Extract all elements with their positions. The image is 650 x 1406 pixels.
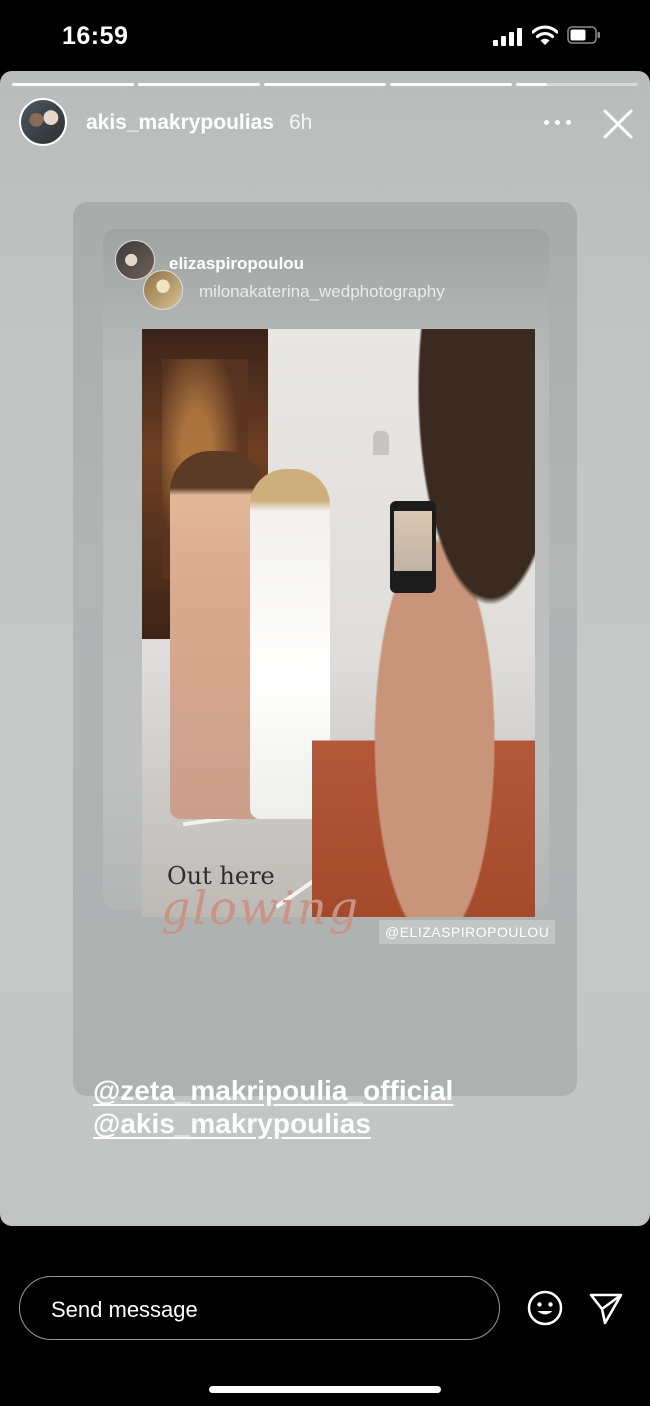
- progress-segment: [390, 83, 512, 86]
- home-indicator: [209, 1386, 441, 1393]
- progress-segment: [264, 83, 386, 86]
- author-username[interactable]: akis_makrypoulias: [86, 111, 274, 135]
- story-viewer[interactable]: akis_makrypoulias 6h elizaspiropoulou mi…: [0, 71, 650, 1226]
- story-age: 6h: [289, 111, 313, 134]
- reshared-username[interactable]: elizaspiropoulou: [169, 254, 304, 274]
- progress-segment: [12, 83, 134, 86]
- wifi-icon: [532, 25, 558, 45]
- send-icon[interactable]: [588, 1290, 624, 1326]
- story-photo: [142, 329, 535, 917]
- status-time: 16:59: [62, 22, 129, 50]
- reshared-post[interactable]: elizaspiropoulou milonakaterina_wedphoto…: [73, 202, 577, 1139]
- progress-segment-current: [516, 83, 638, 86]
- reshared-secondary-avatar[interactable]: [143, 270, 183, 310]
- emoji-icon[interactable]: [527, 1290, 563, 1326]
- send-message-input[interactable]: Send message: [19, 1276, 500, 1340]
- reshared-story: elizaspiropoulou milonakaterina_wedphoto…: [103, 229, 556, 944]
- close-icon[interactable]: [601, 107, 635, 141]
- mention-tag[interactable]: @akis_makrypoulias: [93, 1108, 371, 1140]
- signal-icon: [493, 28, 523, 46]
- credit-tag[interactable]: @ELIZASPIROPOULOU: [379, 920, 556, 944]
- mention-tag[interactable]: @zeta_makripoulia_official: [93, 1075, 453, 1107]
- send-message-placeholder: Send message: [51, 1297, 198, 1322]
- story-progress: [12, 83, 638, 86]
- progress-segment: [138, 83, 260, 86]
- photo-person: [312, 329, 535, 917]
- more-icon[interactable]: [544, 120, 572, 126]
- author-avatar[interactable]: [19, 98, 67, 146]
- caption-line2: glowing: [161, 881, 361, 935]
- photo-phone: [390, 501, 436, 593]
- battery-icon: [567, 26, 600, 44]
- reshared-secondary-username[interactable]: milonakaterina_wedphotography: [199, 282, 445, 302]
